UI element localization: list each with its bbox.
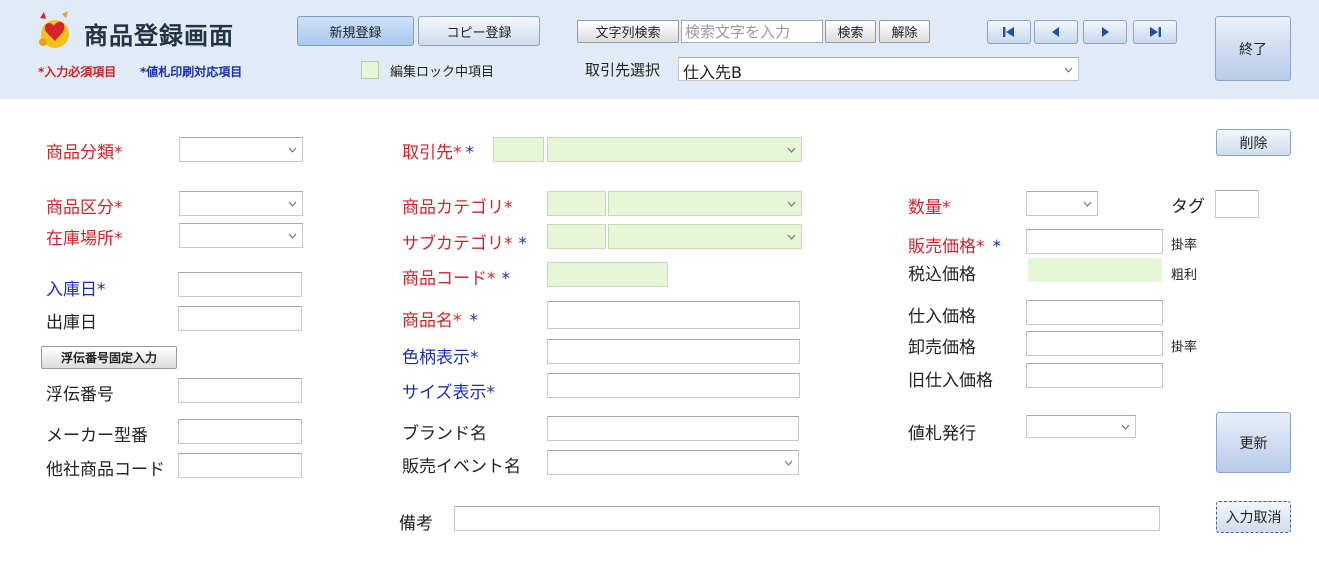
product-class-select[interactable] — [179, 137, 303, 162]
last-record-button[interactable] — [1133, 20, 1177, 44]
search-input[interactable] — [681, 20, 823, 43]
app-logo-icon — [39, 11, 69, 48]
product-code-input[interactable] — [547, 262, 668, 287]
print-legend: *値札印刷対応項目 — [140, 65, 243, 79]
page-title: 商品登録画面 — [84, 22, 234, 50]
old-purchase-price-label: 旧仕入価格 — [908, 371, 993, 391]
product-name-input[interactable] — [547, 301, 800, 329]
chevron-down-icon — [1061, 61, 1076, 78]
maker-model-label: メーカー型番 — [46, 426, 148, 446]
purchase-price-label: 仕入価格 — [908, 307, 976, 327]
slip-number-label: 浮伝番号 — [46, 385, 114, 405]
brand-name-input[interactable] — [547, 416, 799, 441]
subcategory-label: サブカテゴリ* * — [402, 234, 527, 254]
color-display-input[interactable] — [547, 339, 800, 364]
skip-first-icon — [1003, 27, 1014, 37]
tag-input[interactable] — [1215, 190, 1259, 218]
tag-label: タグ — [1171, 197, 1205, 217]
other-company-code-label: 他社商品コード — [46, 460, 165, 480]
sales-event-label: 販売イベント名 — [402, 457, 521, 477]
product-division-select[interactable] — [179, 191, 303, 216]
supplier-select[interactable]: 仕入先B — [678, 57, 1079, 82]
shipping-date-input[interactable] — [178, 306, 302, 331]
maker-model-input[interactable] — [178, 419, 302, 444]
next-icon — [1102, 27, 1109, 37]
chevron-down-icon — [1080, 195, 1095, 212]
rate-label-2: 掛率 — [1171, 340, 1198, 355]
supplier-select-value: 仕入先B — [683, 63, 742, 82]
product-division-label: 商品区分* — [46, 198, 123, 218]
supplier-select-label: 取引先選択 — [585, 61, 661, 79]
next-record-button[interactable] — [1083, 20, 1127, 44]
category-select[interactable] — [608, 191, 802, 216]
stock-location-label: 在庫場所* — [46, 229, 123, 249]
supplier-name-select[interactable] — [547, 137, 802, 162]
size-display-label: サイズ表示* — [402, 383, 495, 403]
category-label: 商品カテゴリ* — [402, 198, 513, 218]
product-code-label: 商品コード* * — [402, 269, 510, 289]
lock-legend-swatch — [361, 61, 379, 79]
product-class-label: 商品分類* — [46, 143, 123, 163]
color-display-label: 色柄表示* — [402, 348, 479, 368]
sale-price-label: 販売価格* * — [908, 237, 1001, 257]
wholesale-price-input[interactable] — [1026, 331, 1163, 356]
subcategory-code-input[interactable] — [547, 224, 606, 249]
rate-label-1: 掛率 — [1171, 238, 1198, 253]
search-button[interactable]: 検索 — [825, 20, 876, 43]
size-display-input[interactable] — [547, 373, 800, 398]
new-register-button[interactable]: 新規登録 — [297, 16, 414, 46]
other-company-code-input[interactable] — [178, 453, 302, 478]
cancel-input-button[interactable]: 入力取消 — [1216, 501, 1291, 533]
chevron-down-icon — [285, 195, 300, 212]
copy-register-button[interactable]: コピー登録 — [418, 16, 540, 46]
previous-record-button[interactable] — [1034, 20, 1078, 44]
lock-legend-label: 編集ロック中項目 — [390, 65, 495, 80]
subcategory-select[interactable] — [608, 224, 802, 249]
remarks-input[interactable] — [454, 506, 1160, 531]
supplier-code-input[interactable] — [493, 137, 544, 162]
product-name-label: 商品名* * — [402, 311, 478, 331]
string-search-button[interactable]: 文字列検索 — [577, 20, 679, 43]
tax-included-price-field — [1028, 258, 1162, 282]
delete-button[interactable]: 削除 — [1216, 129, 1291, 156]
chevron-down-icon — [784, 228, 799, 245]
price-tag-issue-label: 値札発行 — [908, 424, 976, 444]
first-record-button[interactable] — [987, 20, 1031, 44]
old-purchase-price-input[interactable] — [1026, 363, 1163, 388]
quantity-label: 数量* — [908, 198, 951, 218]
chevron-down-icon — [781, 454, 796, 471]
clear-button[interactable]: 解除 — [879, 20, 930, 43]
slip-fixed-input-button[interactable]: 浮伝番号固定入力 — [41, 346, 177, 369]
quantity-select[interactable] — [1026, 191, 1098, 216]
arrival-date-label: 入庫日* — [46, 280, 106, 300]
chevron-down-icon — [784, 141, 799, 158]
wholesale-price-label: 卸売価格 — [908, 338, 976, 358]
sales-event-select[interactable] — [547, 450, 799, 475]
required-legend: *入力必須項目 — [38, 65, 117, 79]
slip-number-input[interactable] — [178, 378, 302, 403]
prev-icon — [1052, 27, 1059, 37]
exit-button[interactable]: 終了 — [1215, 16, 1291, 81]
supplier-label: 取引先* * — [402, 143, 474, 163]
skip-last-icon — [1150, 27, 1161, 37]
chevron-down-icon — [285, 227, 300, 244]
remarks-label: 備考 — [399, 514, 433, 534]
update-button[interactable]: 更新 — [1216, 412, 1291, 473]
gross-profit-label: 粗利 — [1171, 268, 1198, 283]
category-code-input[interactable] — [547, 191, 606, 216]
stock-location-select[interactable] — [179, 223, 303, 248]
purchase-price-input[interactable] — [1026, 300, 1163, 325]
chevron-down-icon — [285, 141, 300, 158]
price-tag-issue-select[interactable] — [1026, 415, 1136, 438]
chevron-down-icon — [1118, 418, 1133, 435]
tax-included-price-label: 税込価格 — [908, 265, 976, 285]
header-bar: 商品登録画面 *入力必須項目 *値札印刷対応項目 新規登録 コピー登録 編集ロッ… — [0, 0, 1319, 99]
brand-name-label: ブランド名 — [402, 424, 487, 444]
sale-price-input[interactable] — [1026, 229, 1163, 254]
shipping-date-label: 出庫日 — [46, 313, 97, 333]
chevron-down-icon — [784, 195, 799, 212]
arrival-date-input[interactable] — [178, 272, 302, 297]
